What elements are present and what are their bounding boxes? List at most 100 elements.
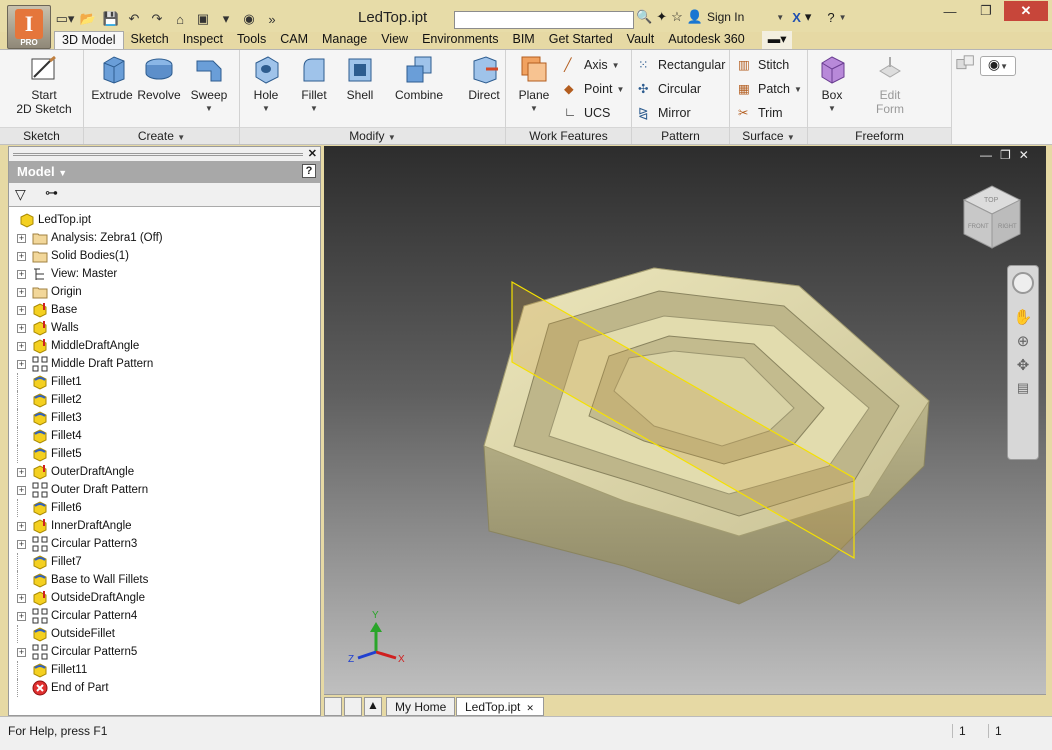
save-icon[interactable]: 💾 [100, 9, 122, 29]
undo-icon[interactable]: ↶ [123, 9, 145, 29]
ucs-button[interactable]: ∟ UCS [564, 102, 610, 124]
redo-icon[interactable]: ↷ [146, 9, 168, 29]
create-panel-label[interactable]: Create ▼ [84, 127, 239, 144]
view-face-icon[interactable]: ▤ [1008, 380, 1038, 396]
viewport-restore-icon[interactable]: ❐ [1000, 148, 1011, 162]
tree-item[interactable]: OutsideFillet [13, 625, 318, 643]
tree-item[interactable]: + OutsideDraftAngle [13, 589, 318, 607]
axis-dropdown-icon[interactable]: ▼ [612, 61, 620, 70]
minimize-icon[interactable]: — [932, 1, 968, 21]
tab-autodesk-360[interactable]: Autodesk 360 [661, 31, 751, 50]
tree-item[interactable]: + View: Master [13, 265, 318, 283]
tree-item[interactable]: + Circular Pattern5 [13, 643, 318, 661]
fillet-dropdown-icon[interactable]: ▼ [294, 102, 334, 116]
hole-button[interactable]: Hole ▼ [246, 53, 286, 116]
rectangular-pattern-button[interactable]: ⁙ Rectangular [638, 54, 725, 76]
tree-item[interactable]: End of Part [13, 679, 318, 697]
select-filter-icon[interactable]: ▾ [215, 9, 237, 29]
expand-icon[interactable]: + [17, 269, 26, 279]
tree-item[interactable]: + Walls [13, 319, 318, 337]
filter-funnel-icon[interactable]: ▽ [15, 186, 26, 203]
viewport-close-icon[interactable]: ✕ [1019, 148, 1029, 162]
edit-form-button[interactable]: Edit Form [870, 53, 910, 116]
expand-icon[interactable]: + [17, 287, 26, 297]
favorites-star-icon[interactable]: ☆ [671, 9, 683, 25]
expand-icon[interactable]: + [17, 359, 26, 369]
fillet-button[interactable]: Fillet ▼ [294, 53, 334, 116]
point-button[interactable]: ◆ Point ▼ [564, 78, 624, 100]
viewcube[interactable]: TOP FRONT RIGHT [962, 185, 1022, 249]
tree-item[interactable]: Fillet5 [13, 445, 318, 463]
expand-icon[interactable]: + [17, 305, 26, 315]
model-browser-title[interactable]: Model ▼ ? [9, 161, 320, 183]
tab-get-started[interactable]: Get Started [542, 31, 620, 50]
stitch-button[interactable]: ▥ Stitch [738, 54, 789, 76]
user-icon[interactable]: 👤 [687, 9, 703, 25]
graphics-viewport[interactable]: Y X Z TOP FRONT RIGHT [324, 146, 1046, 694]
revolve-button[interactable]: Revolve [136, 53, 182, 102]
open-documents-icon[interactable]: ▲ [364, 697, 382, 716]
material-icon[interactable]: ◉ [238, 9, 260, 29]
tree-item[interactable]: Fillet2 [13, 391, 318, 409]
tab-close-icon[interactable]: ✕ [526, 703, 534, 713]
tree-item[interactable]: + Analysis: Zebra1 (Off) [13, 229, 318, 247]
tree-item[interactable]: + Circular Pattern4 [13, 607, 318, 625]
start-2d-sketch-button[interactable]: Start 2D Sketch [16, 53, 72, 116]
tree-item[interactable]: LedTop.ipt [13, 211, 318, 229]
point-dropdown-icon[interactable]: ▼ [617, 85, 625, 94]
tree-item[interactable]: + Solid Bodies(1) [13, 247, 318, 265]
tab-vault[interactable]: Vault [620, 31, 662, 50]
subscription-icon[interactable]: ✦ [656, 9, 667, 25]
tree-item[interactable]: Fillet4 [13, 427, 318, 445]
surface-panel-label[interactable]: Surface ▼ [730, 127, 807, 144]
expand-icon[interactable]: + [17, 467, 26, 477]
tree-item[interactable]: Fillet3 [13, 409, 318, 427]
expand-icon[interactable]: + [17, 251, 26, 261]
tree-item[interactable]: + Origin [13, 283, 318, 301]
panel-options-icon[interactable]: ◉▼ [980, 56, 1016, 76]
expand-icon[interactable]: + [17, 341, 26, 351]
help-icon[interactable]: ? [827, 10, 834, 25]
shell-button[interactable]: Shell [340, 53, 380, 102]
tab-manage[interactable]: Manage [315, 31, 374, 50]
tree-item[interactable]: + Circular Pattern3 [13, 535, 318, 553]
tree-item[interactable]: + Base [13, 301, 318, 319]
extrude-button[interactable]: Extrude [90, 53, 134, 102]
tab-cam[interactable]: CAM [273, 31, 315, 50]
tile-windows-icon[interactable] [324, 697, 342, 716]
circular-pattern-button[interactable]: ✣ Circular [638, 78, 701, 100]
home-icon[interactable]: ⌂ [169, 9, 191, 29]
close-icon[interactable]: ✕ [1004, 1, 1048, 21]
tab-ledtop-ipt[interactable]: LedTop.ipt ✕ [456, 697, 544, 716]
orbit-icon[interactable]: ✥ [1008, 356, 1038, 374]
restore-icon[interactable]: ❐ [968, 1, 1004, 21]
sign-in-link[interactable]: Sign In [707, 10, 744, 24]
expand-icon[interactable]: + [17, 233, 26, 243]
expand-icon[interactable]: + [17, 611, 26, 621]
trim-button[interactable]: ✂ Trim [738, 102, 783, 124]
ribbon-options-icon[interactable]: ▬▾ [761, 31, 793, 50]
application-menu-button[interactable]: I PRO [7, 5, 51, 49]
hole-dropdown-icon[interactable]: ▼ [246, 102, 286, 116]
tab-bim[interactable]: BIM [506, 31, 542, 50]
browser-close-icon[interactable]: ✕ [308, 147, 317, 160]
modify-panel-label[interactable]: Modify ▼ [240, 127, 505, 144]
expand-icon[interactable]: + [17, 647, 26, 657]
tree-item[interactable]: Fillet1 [13, 373, 318, 391]
sweep-button[interactable]: Sweep ▼ [186, 53, 232, 116]
tree-item[interactable]: Fillet7 [13, 553, 318, 571]
plane-dropdown-icon[interactable]: ▼ [514, 102, 554, 116]
expand-icon[interactable]: + [17, 593, 26, 603]
tree-item[interactable]: + Middle Draft Pattern [13, 355, 318, 373]
tree-item[interactable]: + OuterDraftAngle [13, 463, 318, 481]
tab-inspect[interactable]: Inspect [176, 31, 230, 50]
steering-wheel-icon[interactable] [1012, 272, 1034, 294]
box-button[interactable]: Box ▼ [814, 53, 850, 116]
pan-hand-icon[interactable]: ✋ [1008, 308, 1038, 326]
binoculars-search-icon[interactable]: 🔍 [636, 9, 652, 25]
plane-button[interactable]: Plane ▼ [514, 53, 554, 116]
direct-button[interactable]: Direct [462, 53, 506, 102]
more-tools-icon[interactable]: » [261, 9, 283, 29]
patch-button[interactable]: ▦ Patch ▼ [738, 78, 802, 100]
mirror-button[interactable]: ⧎ Mirror [638, 102, 691, 124]
